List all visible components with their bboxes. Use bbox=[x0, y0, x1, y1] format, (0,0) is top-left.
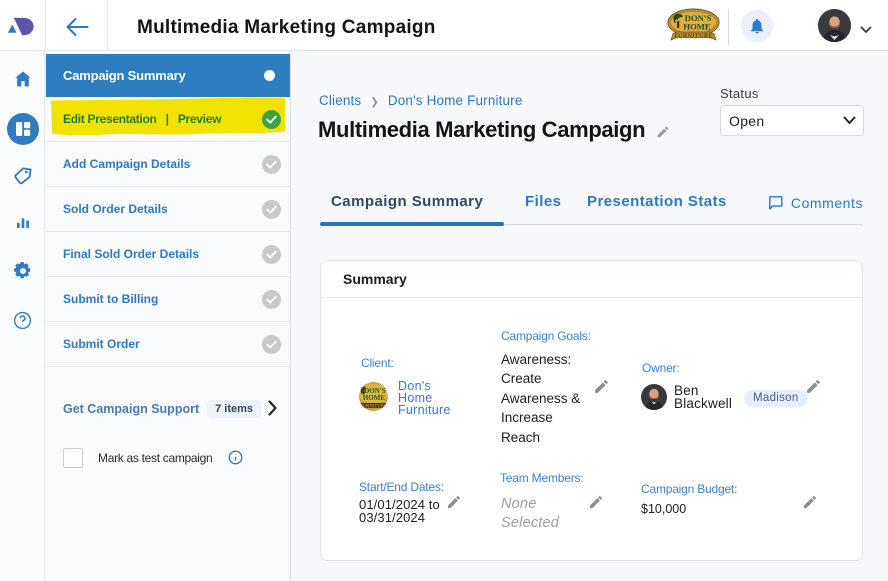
svg-text:HOME: HOME bbox=[363, 394, 385, 402]
svg-text:FURNITURE: FURNITURE bbox=[360, 405, 387, 410]
svg-text:FURNITURE: FURNITURE bbox=[674, 32, 712, 39]
svg-text:HOME: HOME bbox=[683, 22, 710, 32]
